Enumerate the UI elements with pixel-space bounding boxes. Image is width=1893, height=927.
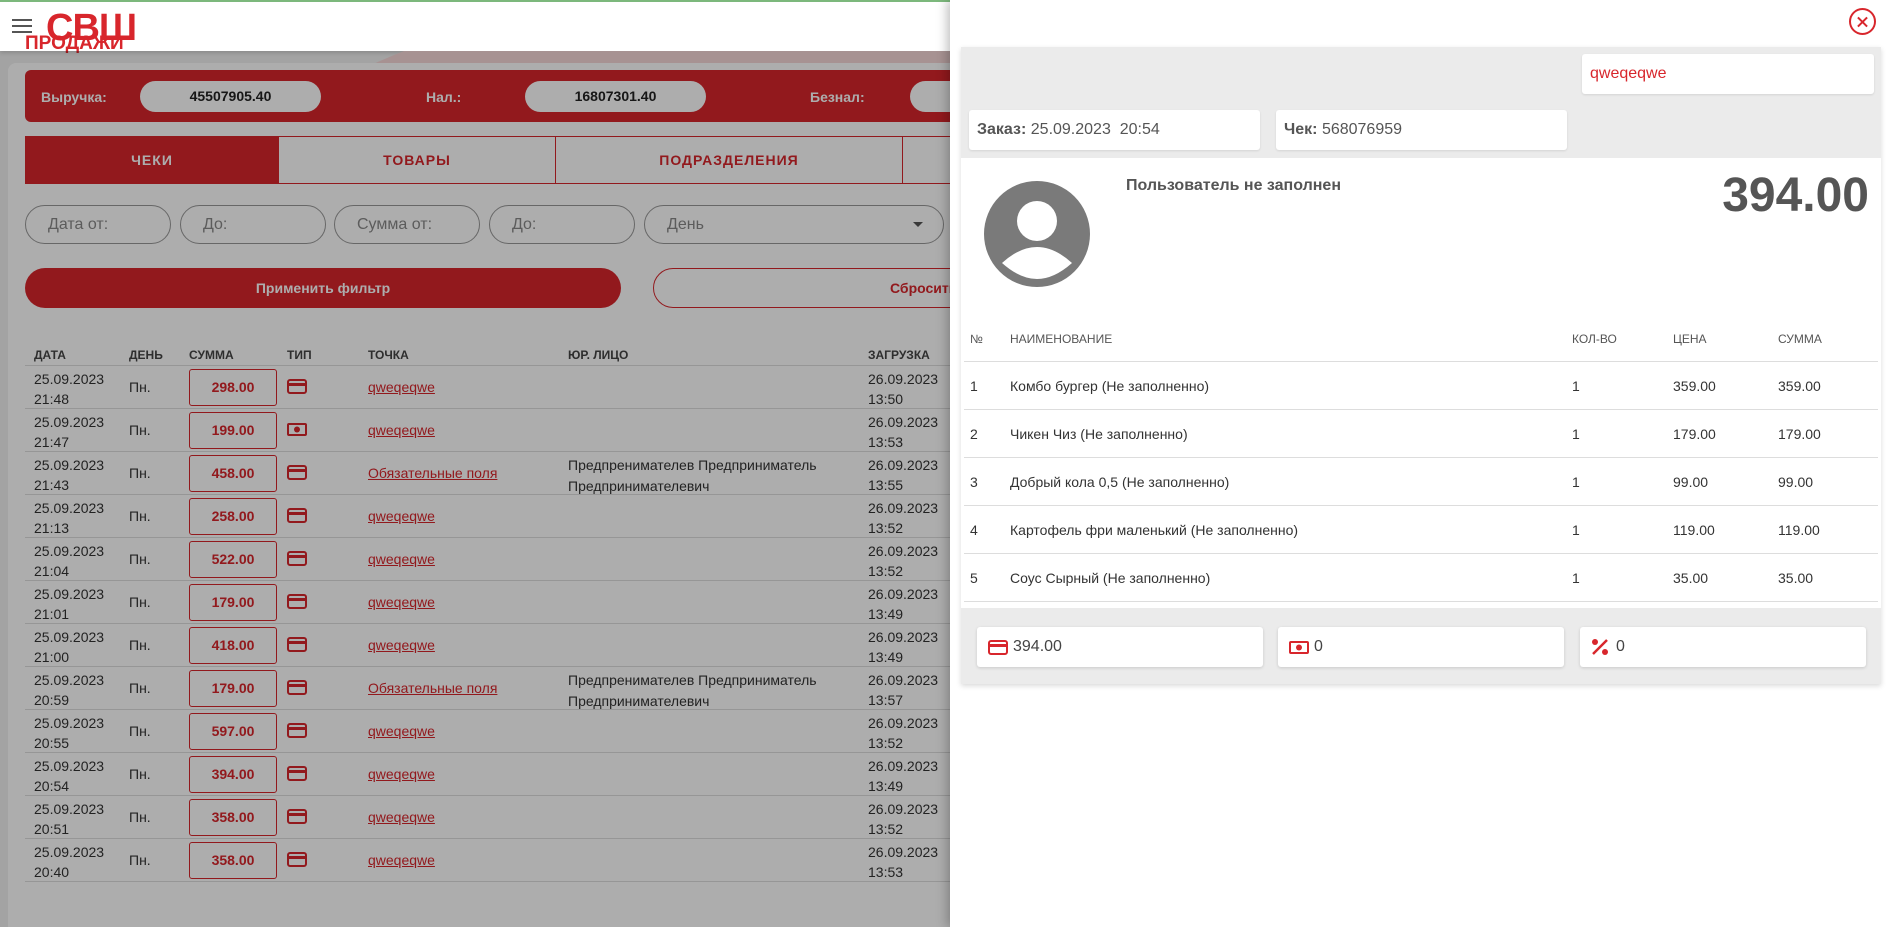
cash-payment: 0 [1278, 627, 1564, 667]
item-sum: 359.00 [1778, 378, 1821, 394]
user-avatar-icon [984, 181, 1090, 287]
discount-value: 0 [1616, 638, 1625, 655]
item-sum: 35.00 [1778, 570, 1814, 586]
item-name: Добрый кола 0,5 (Не заполненно) [1010, 474, 1230, 490]
item-price: 35.00 [1673, 570, 1709, 586]
item-qty: 1 [1572, 570, 1580, 586]
cash-icon [1289, 641, 1309, 654]
receipt-item-row: 4 Картофель фри маленький (Не заполненно)… [964, 506, 1878, 554]
col-price: ЦЕНА [1673, 332, 1707, 346]
item-price: 99.00 [1673, 474, 1709, 490]
item-name: Чикен Чиз (Не заполненно) [1010, 426, 1188, 442]
item-qty: 1 [1572, 522, 1580, 538]
check-field: Чек: 568076959 [1276, 110, 1567, 150]
item-price: 359.00 [1673, 378, 1716, 394]
col-number: № [970, 332, 983, 346]
card-payment: 394.00 [977, 627, 1263, 667]
item-number: 4 [970, 522, 978, 538]
receipt-point: qweqeqwe [1582, 54, 1874, 94]
check-label: Чек: [1284, 121, 1318, 138]
receipt-item-row: 2 Чикен Чиз (Не заполненно) 1 179.00 179.00 [964, 410, 1878, 458]
item-qty: 1 [1572, 426, 1580, 442]
col-qty: КОЛ-ВО [1572, 332, 1617, 346]
item-sum: 99.00 [1778, 474, 1814, 490]
item-number: 5 [970, 570, 978, 586]
item-name: Комбо бургер (Не заполненно) [1010, 378, 1210, 394]
item-name: Соус Сырный (Не заполненно) [1010, 570, 1211, 586]
item-price: 179.00 [1673, 426, 1716, 442]
item-number: 1 [970, 378, 978, 394]
receipt-item-row: 3 Добрый кола 0,5 (Не заполненно) 1 99.00 99… [964, 458, 1878, 506]
percent-icon [1592, 639, 1608, 655]
check-value: 568076959 [1321, 121, 1403, 138]
receipt-total: 394.00 [1722, 169, 1869, 222]
item-qty: 1 [1572, 474, 1580, 490]
order-label: Заказ: [977, 121, 1027, 138]
item-sum: 179.00 [1778, 426, 1821, 442]
items-header: № НАИМЕНОВАНИЕ КОЛ-ВО ЦЕНА СУММА [964, 322, 1878, 362]
discount: 0 [1580, 627, 1866, 667]
item-number: 2 [970, 426, 978, 442]
receipt-item-row: 5 Соус Сырный (Не заполненно) 1 35.00 35.00 [964, 554, 1878, 602]
item-price: 119.00 [1673, 522, 1715, 538]
item-name: Картофель фри маленький (Не заполненно) [1010, 522, 1299, 538]
item-number: 3 [970, 474, 978, 490]
user-name: Пользователь не заполнен [1126, 177, 1341, 194]
card-payment-value: 394.00 [1013, 638, 1062, 655]
order-field: Заказ: 25.09.2023 20:54 [969, 110, 1260, 150]
order-value: 25.09.2023 20:54 [1030, 121, 1160, 138]
receipt-item-row: 1 Комбо бургер (Не заполненно) 1 359.00 359.… [964, 362, 1878, 410]
modal-overlay[interactable] [0, 51, 950, 927]
col-sum: СУММА [1778, 332, 1822, 346]
close-icon[interactable] [1849, 8, 1876, 35]
cash-payment-value: 0 [1314, 638, 1323, 655]
col-name: НАИМЕНОВАНИЕ [1010, 332, 1113, 346]
credit-card-icon [988, 640, 1008, 655]
hamburger-menu-icon[interactable] [12, 19, 32, 33]
item-qty: 1 [1572, 378, 1580, 394]
item-sum: 119.00 [1778, 522, 1820, 538]
